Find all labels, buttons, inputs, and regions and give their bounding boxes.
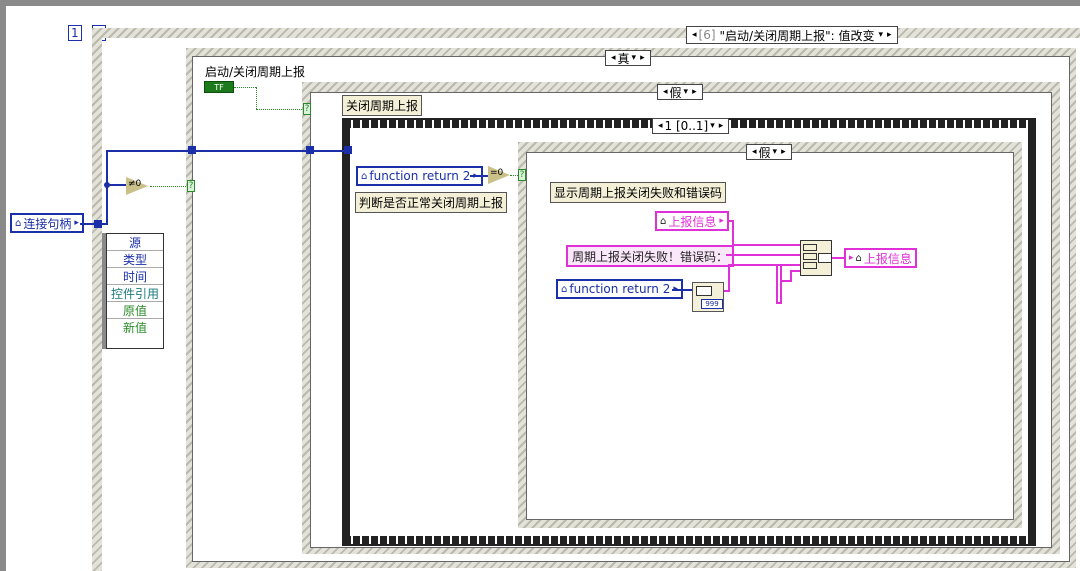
case-selector-terminal: ? [303, 103, 311, 115]
home-icon: ⌂ [855, 252, 862, 264]
inner-case2-body [526, 152, 1014, 520]
chevron-down-icon[interactable]: ▾ [684, 87, 689, 97]
event-index: [6] [698, 28, 716, 42]
sequence-frame-number[interactable]: 1 [68, 25, 82, 41]
chevron-down-icon[interactable]: ▾ [773, 147, 778, 157]
arrow-right-icon: ▸ [849, 253, 854, 263]
error-string-text: 周期上报关闭失败！错误码： [572, 249, 729, 264]
wire-string [728, 264, 730, 292]
comment-show: 显示周期上报关闭失败和错误码 [550, 182, 727, 203]
function-return-2-label: function return 2 [569, 282, 671, 296]
bool-terminal[interactable]: TF [204, 81, 234, 93]
eol-constant[interactable] [776, 264, 782, 304]
event-data-node[interactable]: 源 类型 时间 控件引用 原值 新值 [106, 233, 164, 349]
case-next-icon[interactable]: ▸ [781, 147, 786, 157]
function-return-label: function return 2 [369, 169, 471, 183]
case-selector-terminal: ? [518, 169, 526, 181]
inner-case-value: 假 [669, 85, 682, 100]
sequence-film-bottom [344, 536, 1034, 544]
case-prev-icon[interactable]: ◂ [752, 147, 757, 157]
chevron-down-icon[interactable]: ▾ [878, 30, 883, 40]
report-info-out-label: 上报信息 [863, 251, 912, 266]
connection-handle-local[interactable]: ⌂ 连接句柄 ▸ [10, 213, 84, 233]
function-return-local-2[interactable]: ⌂ function return 2 ▸ [556, 279, 683, 299]
window-top-edge [0, 0, 1080, 6]
report-info-in-label: 上报信息 [668, 214, 717, 229]
unbundle-item: 源 [107, 234, 163, 251]
window-left-edge [0, 0, 6, 571]
wire-bool [256, 87, 257, 109]
sequence-selector[interactable]: ◂ 1 [0..1] ▾ ▸ [652, 118, 730, 134]
tunnel [188, 146, 196, 154]
wire-string [732, 220, 734, 246]
unbundle-item: 控件引用 [107, 285, 163, 302]
case-prev-icon[interactable]: ◂ [611, 53, 616, 63]
wire-bool [234, 87, 256, 88]
case-next-icon[interactable]: ▸ [692, 87, 697, 97]
outer-case-label: 启动/关闭周期上报 [205, 65, 306, 79]
equal-zero-node[interactable]: =0 [488, 166, 512, 184]
unbundle-item: 类型 [107, 251, 163, 268]
not-equal-zero-node[interactable]: ≠0 [126, 177, 150, 195]
event-structure-top-border [92, 28, 1080, 38]
unbundle-item: 新值 [122, 320, 147, 335]
inner-case-label: 关闭周期上报 [342, 95, 423, 116]
comment-check: 判断是否正常关闭周期上报 [355, 192, 508, 213]
frame-next-icon[interactable]: ▸ [719, 121, 724, 131]
wire-int [106, 150, 194, 152]
equal-zero-text: =0 [490, 168, 504, 178]
function-return-local[interactable]: ⌂ function return 2 ▸ [356, 166, 483, 186]
chevron-down-icon[interactable]: ▾ [710, 121, 715, 131]
wire-int [196, 150, 310, 152]
wire-int [672, 289, 694, 291]
home-icon: ⌂ [361, 170, 368, 182]
connection-handle-label: 连接句柄 [23, 216, 72, 231]
tunnel [344, 146, 352, 154]
event-structure-left-border [92, 28, 102, 571]
frame-prev-icon[interactable]: ◂ [658, 121, 663, 131]
wire-int [80, 223, 96, 225]
wire-string [732, 244, 802, 246]
selector-next-icon[interactable]: ▸ [887, 30, 892, 40]
selector-prev-icon[interactable]: ◂ [692, 30, 697, 40]
bool-terminal-text: TF [214, 82, 224, 92]
chevron-down-icon[interactable]: ▾ [632, 53, 637, 63]
inner-case2-selector[interactable]: ◂ 假 ▾ ▸ [746, 144, 792, 160]
inner-case2-value: 假 [758, 145, 771, 160]
home-icon: ⌂ [561, 283, 568, 295]
concatenate-strings-node[interactable] [800, 240, 832, 276]
unbundle-item: 原值 [107, 302, 163, 319]
wire-int [314, 150, 348, 152]
not-equal-zero-text: ≠0 [128, 179, 142, 189]
case-selector-terminal: ? [187, 180, 195, 192]
wire-junction [104, 182, 110, 188]
sequence-frame-number-text: 1 [71, 26, 79, 40]
sequence-frame-value: 1 [0..1] [664, 119, 709, 133]
wire-bool [256, 109, 304, 110]
wire-string [728, 264, 802, 266]
home-icon: ⌂ [15, 217, 22, 229]
outer-case-value: 真 [617, 51, 630, 66]
inner-case-selector[interactable]: ◂ 假 ▾ ▸ [657, 84, 703, 100]
wire-int [470, 175, 490, 177]
sequence-right-edge [1028, 118, 1036, 546]
wire-string [726, 254, 802, 256]
tunnel [306, 146, 314, 154]
sequence-left-edge [342, 118, 350, 546]
event-label: "启动/关闭周期上报": 值改变 [719, 28, 875, 43]
report-info-local-in[interactable]: ⌂ 上报信息 ▸ [655, 211, 729, 231]
outer-case-selector[interactable]: ◂ 真 ▾ ▸ [605, 50, 651, 66]
event-selector[interactable]: ◂ [6] "启动/关闭周期上报": 值改变 ▾ ▸ [686, 26, 898, 44]
arrow-right-icon: ▸ [719, 216, 724, 226]
unbundle-item: 时间 [107, 268, 163, 285]
error-string-constant[interactable]: 周期上报关闭失败！错误码： [566, 245, 735, 267]
case-next-icon[interactable]: ▸ [640, 53, 645, 63]
report-info-local-out[interactable]: ▸ ⌂ 上报信息 [844, 248, 917, 268]
wire-bool [150, 186, 188, 187]
home-icon: ⌂ [660, 215, 667, 227]
case-prev-icon[interactable]: ◂ [663, 87, 668, 97]
arrow-right-icon: ▸ [74, 218, 79, 228]
number-to-string-node[interactable]: 999 [692, 282, 724, 312]
